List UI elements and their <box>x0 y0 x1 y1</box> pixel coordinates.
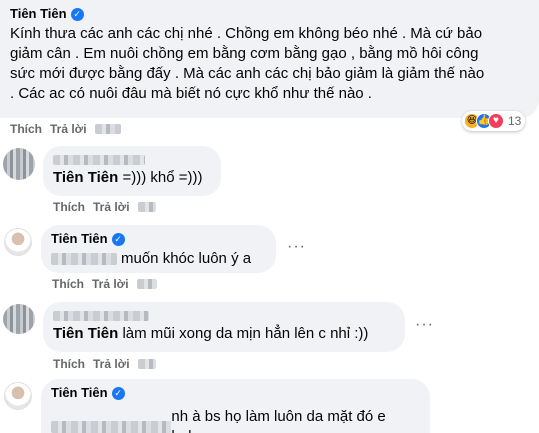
comment-actions: Thích Trả lời <box>52 277 157 291</box>
redacted-text <box>51 421 172 433</box>
avatar[interactable] <box>4 228 32 256</box>
comment-bubble: Tiên Tiên ✓ Kính thưa các anh các chị nh… <box>0 0 539 118</box>
comment-bubble: Tiên Tiên làm mũi xong da mịn hẳn lên c … <box>43 302 405 352</box>
comment-text: Kính thưa các anh các chị nhé . Chồng em… <box>10 24 529 104</box>
comment-bubble: Tiên Tiên =))) khổ =))) <box>43 146 221 196</box>
comment-text: nh à bs họ làm luôn da mặt đó e haha <box>51 407 420 433</box>
verified-badge-icon: ✓ <box>111 232 125 246</box>
avatar[interactable] <box>4 382 32 410</box>
author-name-redacted[interactable] <box>53 152 211 165</box>
timestamp <box>136 279 157 289</box>
reaction-count: 13 <box>508 114 522 128</box>
timestamp <box>94 124 121 134</box>
comment-body: làm mũi xong da mịn hẳn lên c nhỉ :)) <box>118 325 369 342</box>
avatar[interactable] <box>3 304 35 334</box>
author-name-redacted[interactable] <box>53 308 395 321</box>
comment-body: muốn khóc luôn ý a <box>121 250 252 267</box>
more-options-icon[interactable]: ··· <box>287 238 306 256</box>
like-button[interactable]: Thích <box>10 122 42 136</box>
timestamp <box>137 202 156 212</box>
love-icon: ♥ <box>488 113 504 129</box>
reaction-summary[interactable]: 😆 👍 ♥ 13 <box>462 111 526 131</box>
comment-line: sức mới được bằng đấy . Mà các anh các c… <box>10 65 485 82</box>
author-name[interactable]: Tiên Tiên <box>51 231 108 247</box>
reply-button[interactable]: Trả lời <box>93 357 130 371</box>
avatar[interactable] <box>3 148 35 180</box>
reply-button[interactable]: Trả lời <box>92 277 129 291</box>
comment-actions: Thích Trả lời <box>53 357 156 371</box>
comment-text: muốn khóc luôn ý a <box>51 249 266 269</box>
like-button[interactable]: Thích <box>53 200 85 214</box>
comment-bubble: Tiên Tiên ✓ nh à bs họ làm luôn da mặt đ… <box>41 379 430 433</box>
author-name[interactable]: Tiên Tiên <box>10 6 67 22</box>
like-button[interactable]: Thích <box>53 357 85 371</box>
comment-actions: Thích Trả lời <box>53 200 156 214</box>
comment-author[interactable]: Tiên Tiên ✓ <box>51 231 266 247</box>
comment-body: =))) khổ =))) <box>118 169 203 186</box>
timestamp <box>137 359 156 369</box>
comment-body: nh à bs họ làm luôn da mặt đó e haha <box>171 408 386 433</box>
comment-actions: Thích Trả lời <box>10 122 121 136</box>
comment-author[interactable]: Tiên Tiên ✓ <box>51 385 420 401</box>
reply-button[interactable]: Trả lời <box>50 122 87 136</box>
verified-badge-icon: ✓ <box>111 386 125 400</box>
comment-line: Kính thưa các anh các chị nhé . Chồng em… <box>10 25 483 42</box>
verified-badge-icon: ✓ <box>70 7 84 21</box>
comment-line: . Các ac có nuôi đâu mà biết nó cực khổ … <box>10 85 372 102</box>
mention-link[interactable]: Tiên Tiên <box>53 325 118 342</box>
reply-button[interactable]: Trả lời <box>93 200 130 214</box>
comment-line: giảm cân . Em nuôi chồng em bằng cơm bằn… <box>10 45 479 62</box>
author-name[interactable]: Tiên Tiên <box>51 385 108 401</box>
redacted-text <box>51 253 117 265</box>
comment-bubble: Tiên Tiên ✓ muốn khóc luôn ý a <box>41 225 276 273</box>
comment-text: Tiên Tiên làm mũi xong da mịn hẳn lên c … <box>53 324 395 344</box>
mention-link[interactable]: Tiên Tiên <box>53 169 118 186</box>
like-button[interactable]: Thích <box>52 277 84 291</box>
more-options-icon[interactable]: ··· <box>415 316 434 334</box>
comment-author[interactable]: Tiên Tiên ✓ <box>10 6 529 22</box>
comment-text: Tiên Tiên =))) khổ =))) <box>53 168 211 188</box>
